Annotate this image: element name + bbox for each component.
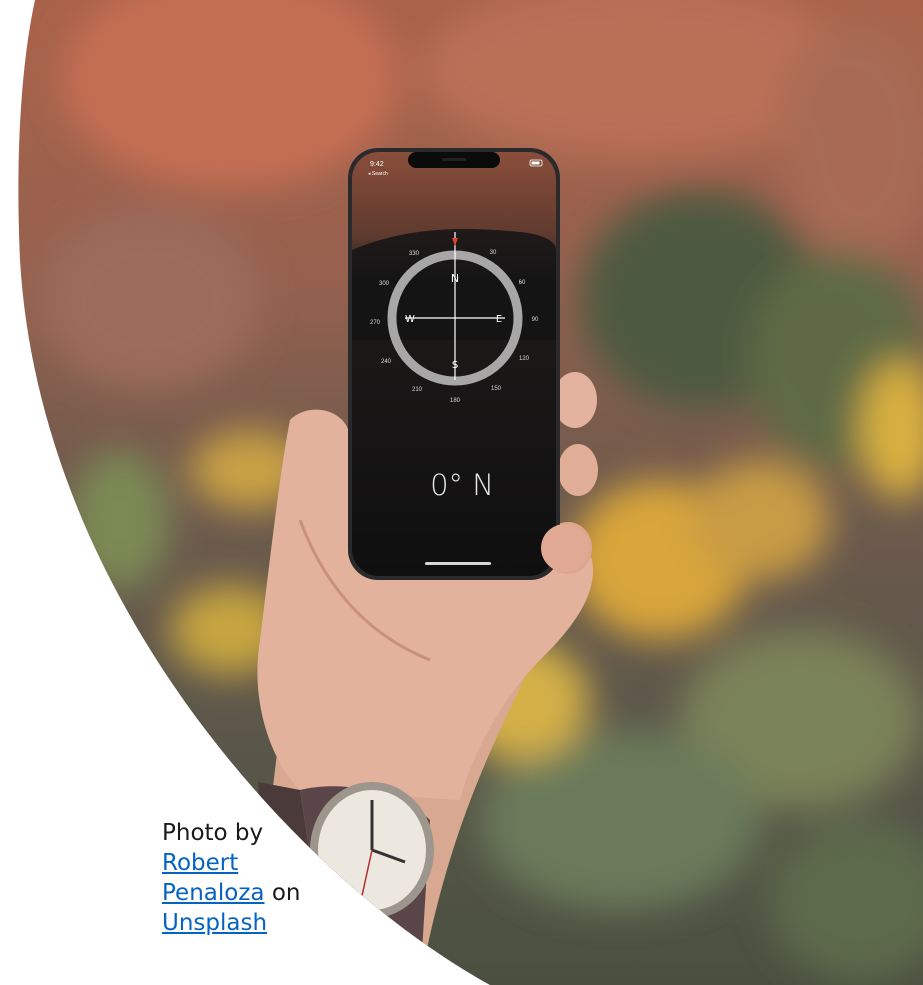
compass-e: E (496, 314, 502, 325)
degree-90: 90 (532, 317, 539, 323)
author-last: Penaloza (162, 880, 265, 906)
degree-60: 60 (519, 280, 526, 286)
author-link[interactable]: Robert Penaloza (162, 850, 265, 906)
degree-330: 330 (409, 251, 420, 257)
heading-readout: 0° N (430, 468, 494, 502)
degree-210: 210 (412, 387, 423, 393)
degree-150: 150 (491, 386, 502, 392)
compass-n: N (451, 272, 459, 285)
status-time: 9:42 (370, 161, 384, 168)
compass-s: S (452, 360, 458, 371)
unsplash-link[interactable]: Unsplash (162, 910, 267, 936)
degree-120: 120 (519, 356, 530, 362)
credit-prefix: Photo by (162, 820, 264, 846)
degree-240: 240 (381, 359, 392, 365)
compass-w: W (405, 314, 415, 325)
status-back-link: ◂ Search (368, 171, 388, 177)
photo-scene: 9:42 ◂ Search N E S W 30 60 90 120 150 1… (18, 0, 923, 985)
home-indicator (425, 562, 491, 565)
author-first: Robert (162, 850, 239, 876)
credit-on: on (271, 880, 301, 906)
degree-180: 180 (450, 398, 461, 404)
degree-270: 270 (370, 320, 381, 326)
photo-credit: Photo by Robert Penaloza on Unsplash (162, 818, 312, 938)
degree-300: 300 (379, 281, 390, 287)
degree-30: 30 (490, 250, 497, 256)
